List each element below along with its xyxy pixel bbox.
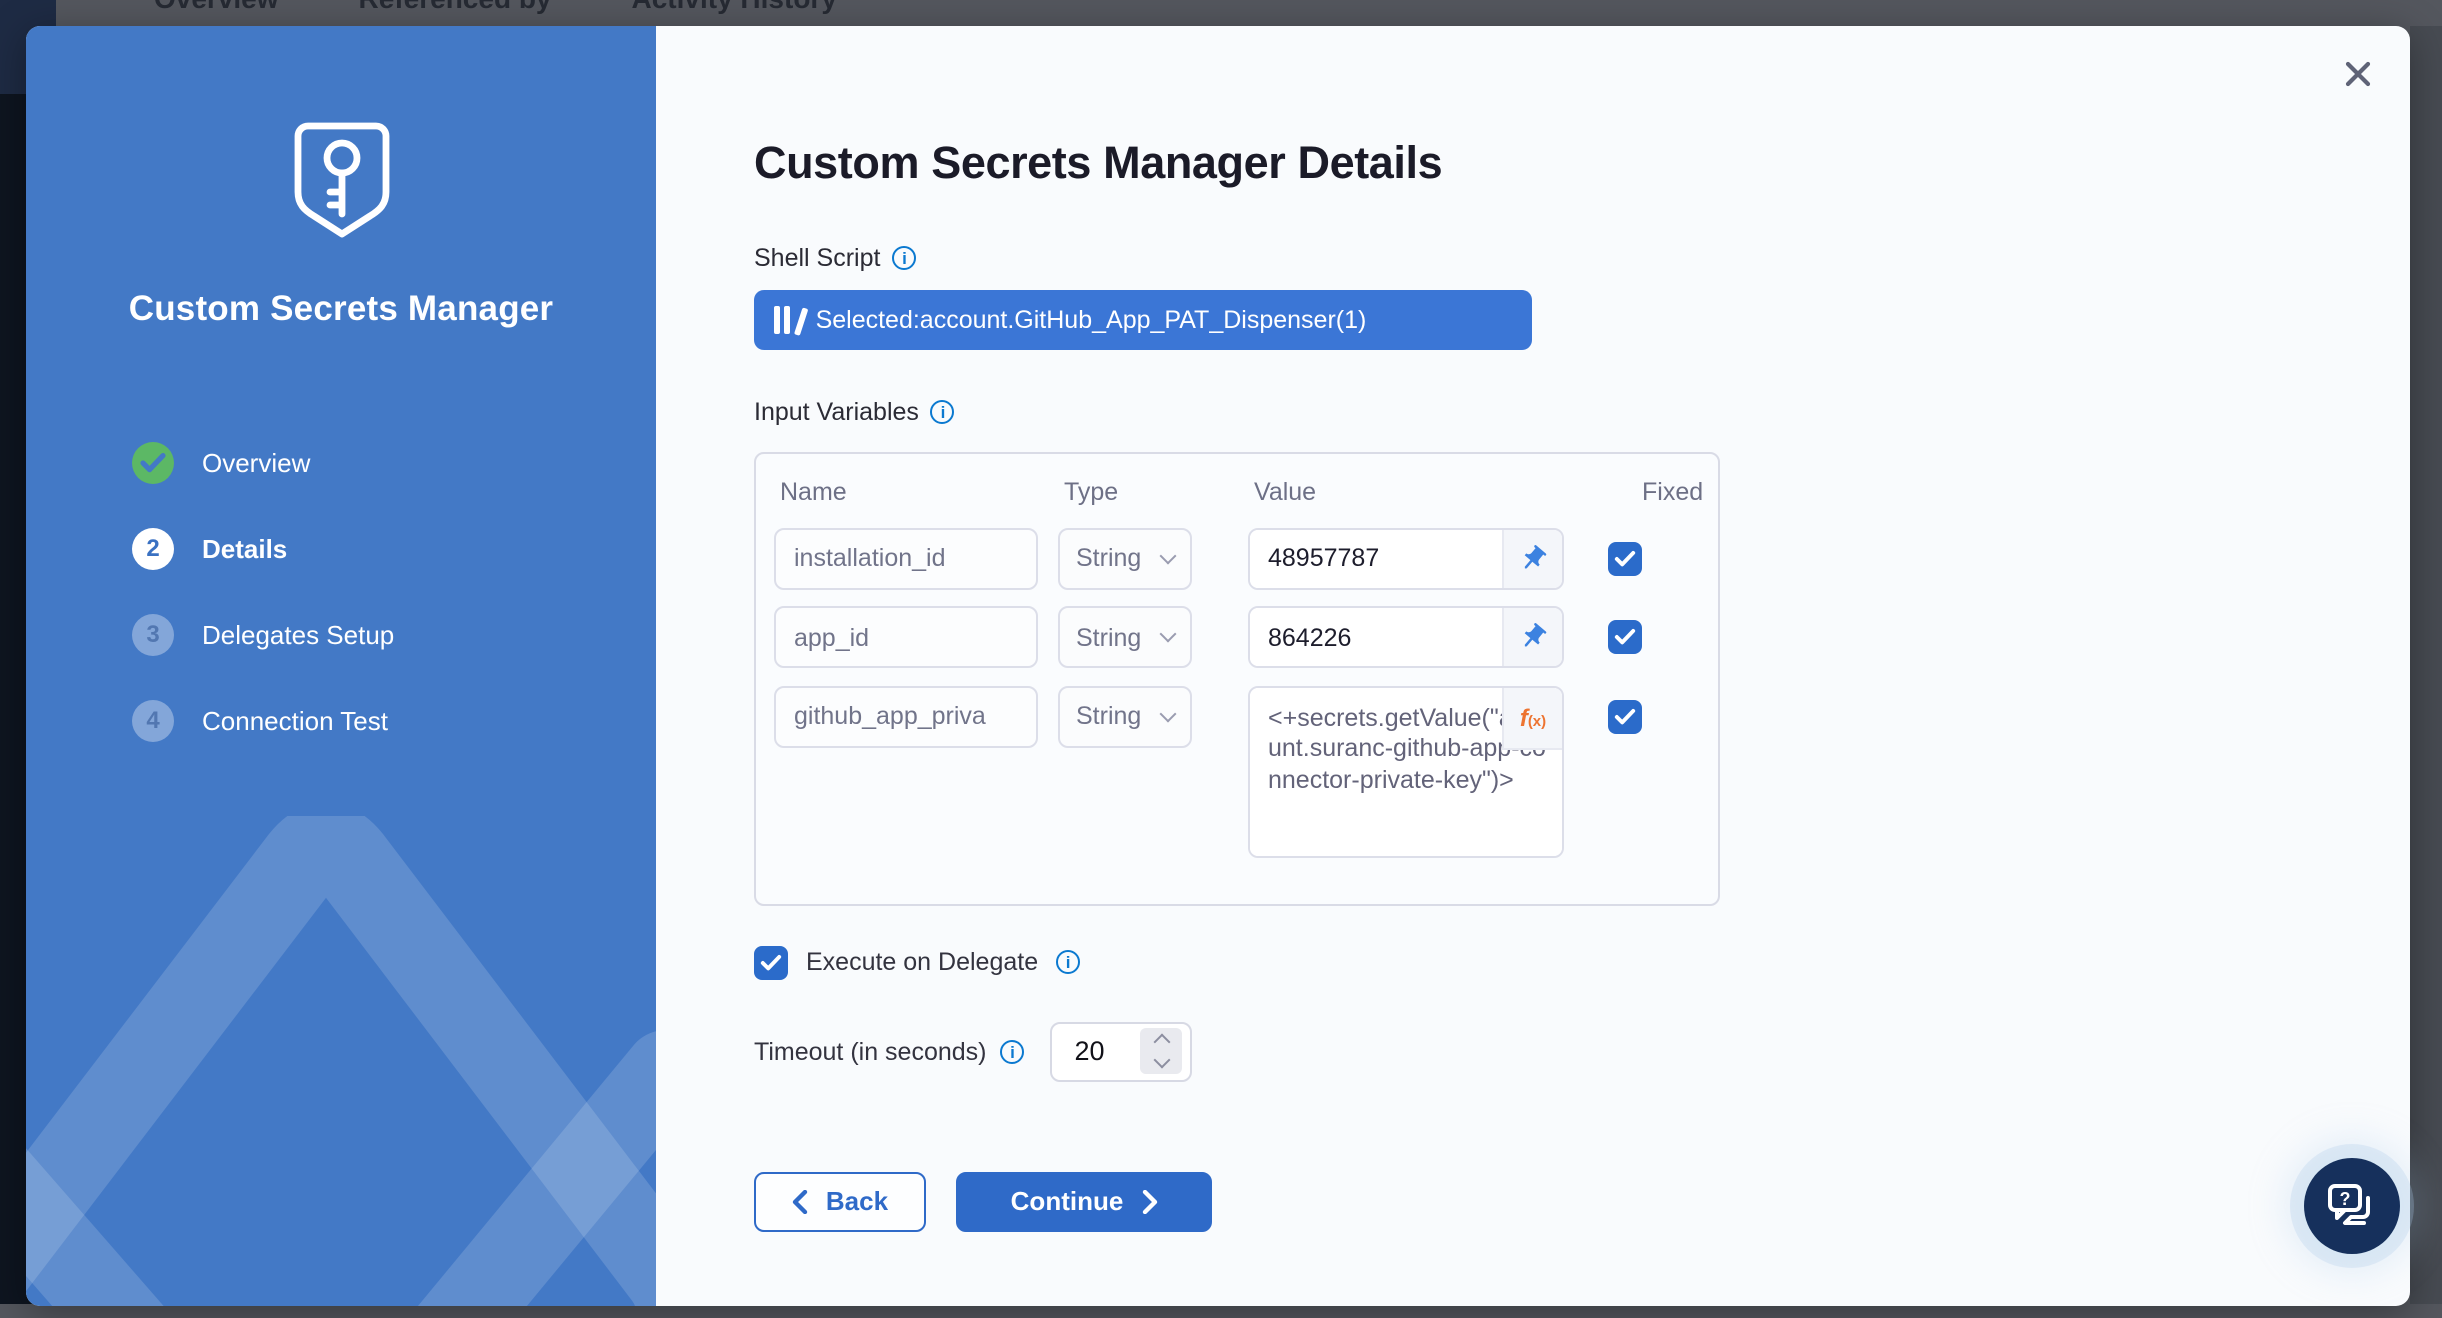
execute-on-delegate-row: Execute on Delegate i	[754, 945, 2410, 979]
step-complete-check-icon	[132, 441, 174, 483]
variable-name-input[interactable]: github_app_priva	[774, 685, 1038, 747]
column-header-value: Value	[1254, 477, 1570, 505]
step-label: Overview	[202, 447, 310, 477]
svg-text:?: ?	[2340, 1189, 2351, 1209]
column-header-fixed: Fixed	[1642, 477, 1670, 505]
background-right-strip	[2410, 0, 2442, 1318]
background-header-bar: Overview Referenced by Activity History	[0, 0, 2442, 26]
sidebar-title: Custom Secrets Manager	[26, 287, 656, 329]
template-library-icon	[774, 305, 800, 333]
chevron-down-icon	[1160, 547, 1177, 564]
execute-on-delegate-label: Execute on Delegate	[806, 948, 1038, 976]
shell-script-selected-chip[interactable]: Selected:account.GitHub_App_PAT_Dispense…	[754, 289, 1532, 349]
timeout-label: Timeout (in seconds)	[754, 1037, 987, 1065]
variable-type-select[interactable]: String	[1058, 606, 1192, 668]
type-select-value: String	[1076, 544, 1141, 572]
step-details[interactable]: 2 Details	[132, 527, 656, 569]
timeout-input[interactable]: 20	[1051, 1021, 1193, 1081]
info-icon[interactable]: i	[1056, 950, 1080, 974]
number-stepper[interactable]	[1141, 1028, 1183, 1074]
background-bottom-bar	[0, 1304, 2442, 1318]
pin-fixed-value-icon[interactable]	[1502, 608, 1562, 666]
back-button[interactable]: Back	[754, 1171, 926, 1231]
column-header-name: Name	[780, 477, 1044, 505]
wizard-nav-buttons: Back Continue	[754, 1171, 2410, 1231]
variable-type-select[interactable]: String	[1058, 527, 1192, 589]
step-overview[interactable]: Overview	[132, 441, 656, 483]
info-icon[interactable]: i	[1001, 1039, 1025, 1063]
variable-value-group: 48957787	[1248, 527, 1564, 589]
harness-logo-watermark	[26, 815, 656, 1305]
back-button-label: Back	[826, 1186, 888, 1216]
step-delegates-setup[interactable]: 3 Delegates Setup	[132, 613, 656, 655]
app-root: Overview Referenced by Activity History …	[0, 0, 2442, 1318]
chevron-left-icon	[792, 1189, 808, 1213]
table-header: Name Type Value Fixed	[774, 471, 1700, 527]
details-form: Custom Secrets Manager Details Shell Scr…	[656, 25, 2410, 1305]
chevron-right-icon	[1141, 1189, 1157, 1213]
variable-value-input[interactable]: 48957787	[1250, 529, 1502, 587]
shell-script-label: Shell Script	[754, 243, 880, 271]
table-row: installation_id String 48957787	[774, 527, 1700, 589]
help-chat-button[interactable]: ?	[2304, 1158, 2400, 1254]
variable-type-select[interactable]: String	[1058, 685, 1192, 747]
variable-value-group: 864226	[1248, 606, 1564, 668]
type-select-value: String	[1076, 702, 1141, 730]
chat-question-icon: ?	[2326, 1182, 2378, 1230]
background-tabs: Overview Referenced by Activity History	[154, 0, 837, 14]
step-number-badge: 3	[132, 613, 174, 655]
pin-fixed-value-icon[interactable]	[1502, 529, 1562, 587]
step-number-badge: 2	[132, 527, 174, 569]
variable-value-input[interactable]: 864226	[1250, 608, 1502, 666]
table-row: app_id String 864226	[774, 606, 1700, 668]
tab-referenced-by[interactable]: Referenced by	[359, 0, 552, 14]
type-select-value: String	[1076, 623, 1141, 651]
column-header-type: Type	[1064, 477, 1198, 505]
input-variables-label: Input Variables	[754, 397, 919, 425]
chevron-down-icon	[1160, 626, 1177, 643]
step-label: Connection Test	[202, 705, 388, 735]
timeout-row: Timeout (in seconds) i 20	[754, 1021, 2410, 1081]
variable-value-group: <+secrets.getValue("account.suranc-githu…	[1248, 685, 1564, 857]
custom-secrets-manager-modal: Custom Secrets Manager Overview 2 Detail…	[26, 25, 2410, 1305]
screenshot-stage: Overview Referenced by Activity History …	[0, 0, 2442, 1318]
tab-activity-history[interactable]: Activity History	[632, 0, 837, 14]
shell-script-selected-value: Selected:account.GitHub_App_PAT_Dispense…	[816, 305, 1367, 333]
page-title: Custom Secrets Manager Details	[754, 137, 2410, 189]
fixed-checkbox[interactable]	[1607, 699, 1641, 733]
shield-key-icon	[281, 119, 401, 243]
info-icon[interactable]: i	[892, 245, 916, 269]
step-number-badge: 4	[132, 699, 174, 741]
step-label: Delegates Setup	[202, 619, 394, 649]
expression-fx-icon[interactable]: f(x)	[1502, 687, 1562, 749]
continue-button[interactable]: Continue	[956, 1171, 1212, 1231]
fixed-checkbox[interactable]	[1607, 620, 1641, 654]
execute-on-delegate-checkbox[interactable]	[754, 945, 788, 979]
tab-overview[interactable]: Overview	[154, 0, 279, 14]
chevron-down-icon	[1160, 705, 1177, 722]
info-icon[interactable]: i	[931, 399, 955, 423]
wizard-steps: Overview 2 Details 3 Delegates Setup 4 C…	[132, 441, 656, 741]
timeout-value: 20	[1075, 1036, 1105, 1066]
input-variables-table: Name Type Value Fixed installation_id St…	[754, 451, 1720, 905]
continue-button-label: Continue	[1011, 1186, 1124, 1216]
wizard-sidebar: Custom Secrets Manager Overview 2 Detail…	[26, 25, 656, 1305]
variable-name-input[interactable]: app_id	[774, 606, 1038, 668]
variable-name-input[interactable]: installation_id	[774, 527, 1038, 589]
step-label: Details	[202, 533, 287, 563]
step-connection-test[interactable]: 4 Connection Test	[132, 699, 656, 741]
table-row: github_app_priva String <+secrets.getVal…	[774, 685, 1700, 857]
close-icon[interactable]	[2342, 57, 2374, 89]
fixed-checkbox[interactable]	[1607, 541, 1641, 575]
